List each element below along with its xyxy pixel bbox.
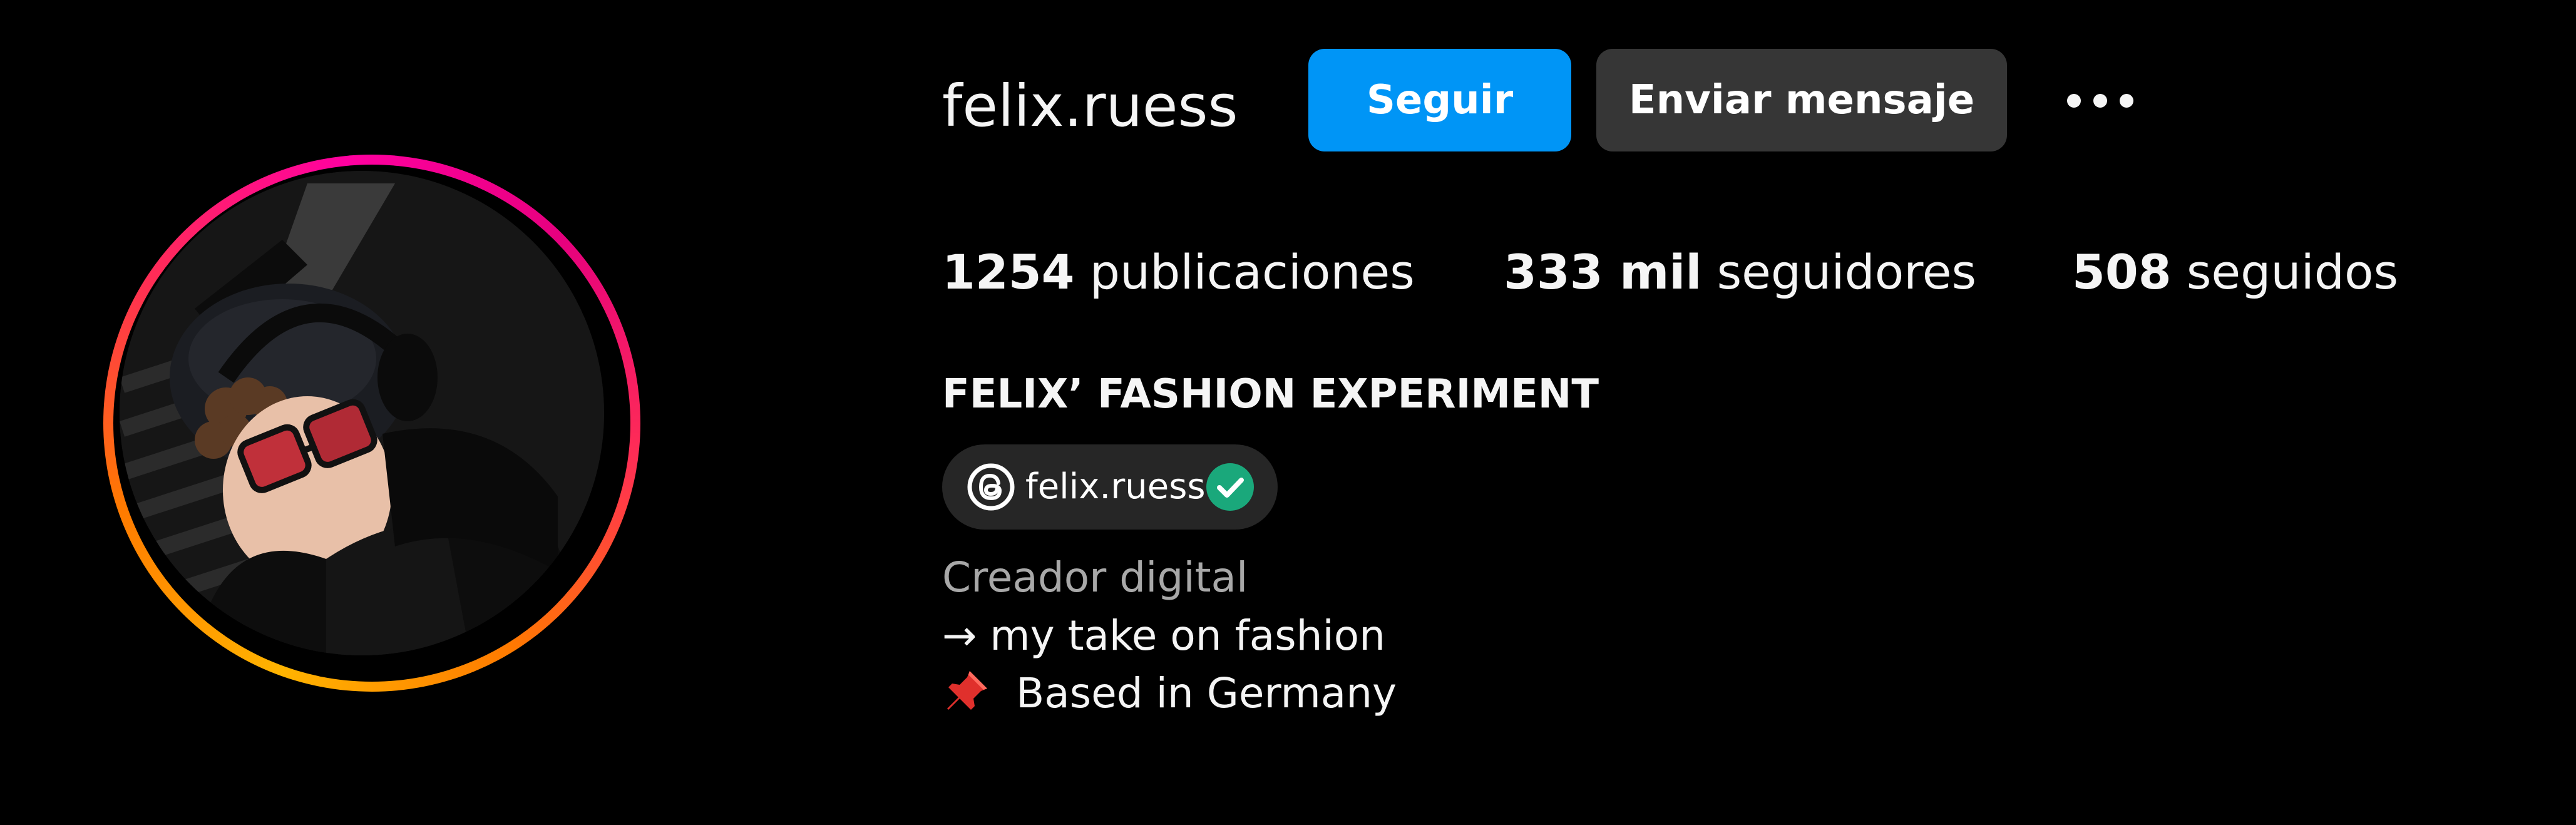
verified-check-icon [1206, 463, 1254, 511]
bio-line-fashion: → my take on fashion [942, 612, 1386, 660]
posts-count-value: 1254 [942, 244, 1075, 300]
followers-count[interactable]: 333 mil seguidores [1504, 238, 1976, 307]
followers-count-label: seguidores [1716, 244, 1977, 300]
profile-full-name: FELIX’ FASHION EXPERIMENT [942, 371, 1599, 418]
more-dot [2120, 94, 2133, 108]
bio-location-text: Based in Germany [1016, 669, 1397, 717]
avatar-story-ring[interactable] [103, 155, 640, 692]
posts-count-label: publicaciones [1089, 244, 1415, 300]
bio-line-location: Based in Germany [942, 664, 1397, 724]
threads-icon [967, 463, 1015, 511]
follow-button[interactable]: Seguir [1308, 49, 1571, 151]
send-message-button[interactable]: Enviar mensaje [1596, 49, 2007, 151]
followers-count-value: 333 mil [1504, 244, 1702, 300]
following-count-value: 508 [2072, 244, 2172, 300]
threads-profile-link[interactable]: felix.ruess [942, 444, 1278, 530]
more-options-button[interactable] [2053, 69, 2147, 131]
profile-photo-icon [120, 171, 604, 655]
more-dot [2093, 94, 2107, 108]
avatar[interactable] [120, 171, 604, 655]
profile-header: felix.ruess Seguir Enviar mensaje 1254 p… [0, 0, 2576, 825]
posts-count: 1254 publicaciones [942, 238, 1415, 307]
threads-handle: felix.ruess [1025, 466, 1206, 507]
profile-category: Creador digital [942, 553, 1248, 602]
following-count[interactable]: 508 seguidos [2072, 238, 2398, 307]
pushpin-icon [947, 671, 987, 710]
profile-username: felix.ruess [942, 73, 1238, 140]
more-horizontal-icon [2067, 94, 2081, 108]
following-count-label: seguidos [2186, 244, 2399, 300]
